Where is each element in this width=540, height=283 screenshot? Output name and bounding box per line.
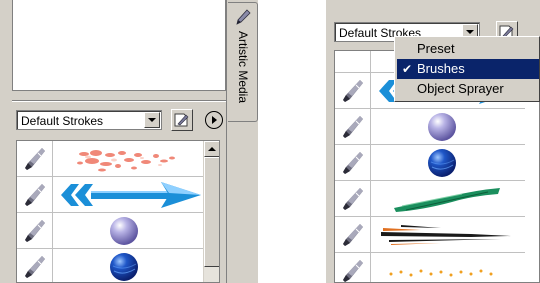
pink-splatter-stroke-icon <box>74 144 184 174</box>
pen-nib-icon <box>342 79 364 103</box>
stroke-list-left <box>16 140 220 283</box>
menu-item-label: Brushes <box>417 61 465 76</box>
list-item[interactable] <box>17 141 203 177</box>
menu-item-preset[interactable]: Preset <box>397 39 539 59</box>
artistic-media-docker-left: Default Strokes Artistic Media <box>0 0 258 283</box>
save-stroke-button[interactable] <box>171 109 193 131</box>
list-item[interactable] <box>17 177 203 213</box>
menu-item-label: Object Sprayer <box>417 81 504 96</box>
pen-nib-icon <box>24 255 46 279</box>
tab-label: Artistic Media <box>236 31 250 104</box>
purple-sphere-stroke-icon <box>427 112 457 142</box>
scroll-up-button[interactable] <box>204 141 219 157</box>
purple-sphere-stroke-icon <box>109 216 139 246</box>
menu-item-brushes[interactable]: ✔ Brushes <box>397 59 539 79</box>
pen-nib-icon <box>342 187 364 211</box>
pen-nib-icon <box>24 219 46 243</box>
stroke-category-dropdown[interactable]: Default Strokes <box>16 110 162 130</box>
list-item[interactable] <box>17 249 203 282</box>
docker-tab-strip: Artistic Media <box>226 0 258 283</box>
blue-arrow-stroke-icon <box>58 180 204 210</box>
stroke-type-menu: Preset ✔ Brushes Object Sprayer <box>394 36 540 102</box>
pen-nib-icon <box>342 115 364 139</box>
tab-artistic-media[interactable]: Artistic Media <box>228 2 258 122</box>
blue-ball-stroke-icon <box>427 148 457 178</box>
black-orange-speed-stroke-icon <box>376 220 516 250</box>
scroll-thumb[interactable] <box>204 157 219 267</box>
pen-nib-icon <box>24 183 46 207</box>
orange-dots-stroke-icon <box>376 256 516 283</box>
pen-nib-icon <box>342 151 364 175</box>
flyout-arrow-button[interactable] <box>205 111 223 129</box>
list-item[interactable] <box>17 213 203 249</box>
artistic-media-icon <box>236 9 251 25</box>
pen-nib-icon <box>342 259 364 283</box>
blue-ball-stroke-icon <box>109 252 139 282</box>
list-item[interactable] <box>335 253 525 283</box>
menu-item-label: Preset <box>417 41 455 56</box>
scrollbar[interactable] <box>203 141 219 282</box>
stroke-category-value: Default Strokes <box>21 114 104 128</box>
green-brush-stroke-icon <box>392 184 502 214</box>
list-item[interactable] <box>335 145 525 181</box>
pen-nib-icon <box>24 147 46 171</box>
stroke-preview-area <box>12 0 226 91</box>
menu-item-object-sprayer[interactable]: Object Sprayer <box>397 79 539 99</box>
divider <box>12 100 226 102</box>
save-stroke-icon <box>174 113 189 127</box>
checkmark-icon: ✔ <box>402 62 413 76</box>
list-item[interactable] <box>335 181 525 217</box>
list-item[interactable] <box>335 109 525 145</box>
list-item[interactable] <box>335 217 525 253</box>
pen-nib-icon <box>342 223 364 247</box>
chevron-down-icon[interactable] <box>144 112 160 128</box>
